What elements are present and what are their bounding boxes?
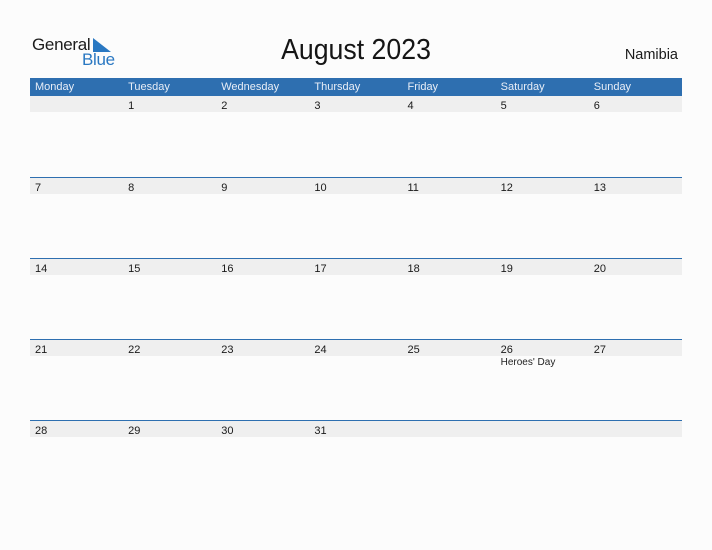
day-cell [589, 421, 682, 437]
day-cell: 3 [309, 96, 402, 112]
day-cell: 24 [309, 340, 402, 356]
day-number: 6 [593, 100, 600, 112]
day-cell: 14 [30, 259, 123, 275]
day-number: 17 [314, 263, 327, 275]
day-cell: 4 [403, 96, 496, 112]
day-cell: 19 [496, 259, 589, 275]
day-cell: 9 [216, 178, 309, 194]
day-cell: 27 [589, 340, 682, 356]
day-number: 3 [314, 100, 321, 112]
day-number: 12 [500, 182, 513, 194]
weekday-header: Monday Tuesday Wednesday Thursday Friday… [30, 78, 682, 96]
date-number-row: 14 15 16 17 18 19 20 [30, 259, 682, 275]
day-number: 15 [128, 263, 141, 275]
day-cell: 17 [309, 259, 402, 275]
country-label: Namibia [624, 47, 678, 63]
weekday-thursday: Thursday [314, 81, 361, 93]
day-number: 25 [407, 344, 420, 356]
day-number: 24 [314, 344, 327, 356]
day-cell: 18 [403, 259, 496, 275]
day-cell: 2 [216, 96, 309, 112]
day-number: 16 [221, 263, 234, 275]
day-number: 11 [407, 182, 419, 194]
day-number: 2 [221, 100, 228, 112]
day-cell: 30 [216, 421, 309, 437]
date-number-row: 21 22 23 24 25 26 Heroes' Day 27 [30, 340, 682, 368]
day-cell [496, 421, 589, 437]
date-number-row: 28 29 30 31 [30, 421, 682, 437]
day-cell: 1 [123, 96, 216, 112]
weekday-saturday: Saturday [500, 81, 545, 93]
week-row: 7 8 9 10 11 12 13 [30, 177, 682, 258]
day-number: 21 [35, 344, 48, 356]
day-number: 8 [128, 182, 135, 194]
day-cell: 13 [589, 178, 682, 194]
weekday-monday: Monday [35, 81, 75, 93]
weekday-wednesday: Wednesday [221, 81, 280, 93]
day-number: 4 [407, 100, 414, 112]
date-number-row: 1 2 3 4 5 6 [30, 96, 682, 112]
day-number: 30 [221, 425, 234, 437]
day-number: 18 [407, 263, 420, 275]
day-cell: 23 [216, 340, 309, 356]
day-number: 29 [128, 425, 141, 437]
weekday-tuesday: Tuesday [128, 81, 170, 93]
week-row: 1 2 3 4 5 6 [30, 96, 682, 177]
day-cell [403, 421, 496, 437]
day-number: 9 [221, 182, 228, 194]
weekday-friday: Friday [407, 81, 439, 93]
day-number: 23 [221, 344, 234, 356]
week-row: 21 22 23 24 25 26 Heroes' Day 27 [30, 339, 682, 420]
day-cell: 31 [309, 421, 402, 437]
weekday-sunday: Sunday [593, 81, 632, 93]
day-number: 28 [35, 425, 48, 437]
day-number: 20 [593, 263, 606, 275]
week-row: 28 29 30 31 [30, 420, 682, 501]
day-number: 10 [314, 182, 327, 194]
day-number: 22 [128, 344, 141, 356]
week-row: 14 15 16 17 18 19 20 [30, 258, 682, 339]
day-cell: 28 [30, 421, 123, 437]
day-number: 14 [35, 263, 48, 275]
day-cell: 10 [309, 178, 402, 194]
day-number: 26 [500, 344, 513, 356]
day-cell: 21 [30, 340, 123, 356]
day-cell: 26 Heroes' Day [496, 340, 589, 368]
holiday-label: Heroes' Day [500, 357, 556, 368]
day-cell: 22 [123, 340, 216, 356]
day-number: 7 [35, 182, 42, 194]
day-cell: 7 [30, 178, 123, 194]
day-cell: 5 [496, 96, 589, 112]
day-number: 31 [314, 425, 327, 437]
page-title: August 2023 [281, 34, 431, 66]
day-number: 1 [128, 100, 135, 112]
day-number: 27 [593, 344, 606, 356]
day-cell: 25 [403, 340, 496, 356]
day-cell: 29 [123, 421, 216, 437]
day-cell: 15 [123, 259, 216, 275]
day-number: 19 [500, 263, 513, 275]
day-cell: 6 [589, 96, 682, 112]
day-cell: 12 [496, 178, 589, 194]
day-cell: 11 [403, 178, 496, 194]
day-number: 13 [593, 182, 606, 194]
day-number: 5 [500, 100, 507, 112]
day-cell: 20 [589, 259, 682, 275]
date-number-row: 7 8 9 10 11 12 13 [30, 178, 682, 194]
day-cell [30, 96, 123, 112]
calendar-grid: Monday Tuesday Wednesday Thursday Friday… [30, 78, 682, 501]
day-cell: 8 [123, 178, 216, 194]
day-cell: 16 [216, 259, 309, 275]
